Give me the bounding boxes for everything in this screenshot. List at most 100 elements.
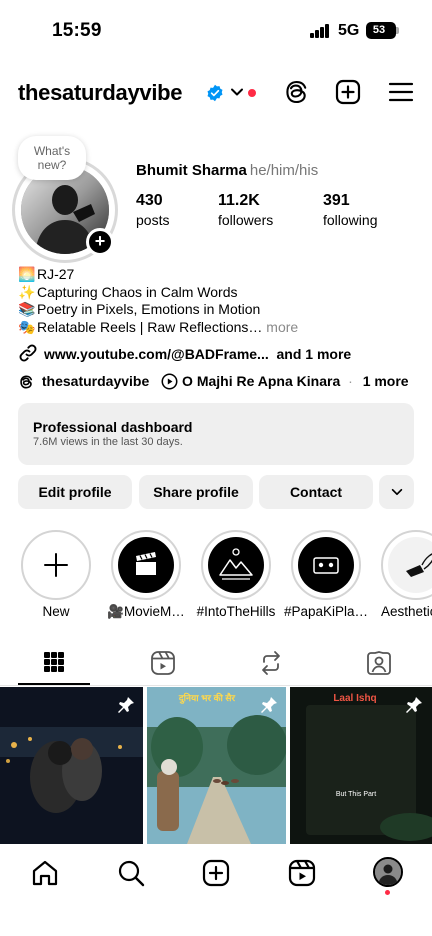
highlight-cover xyxy=(298,537,354,593)
tagged-person-icon xyxy=(367,651,391,675)
bio-link-row[interactable]: www.youtube.com/@BADFrame... and 1 more xyxy=(18,343,351,363)
link-icon xyxy=(19,344,37,362)
stat-followers[interactable]: 11.2K followers xyxy=(218,192,273,228)
threads-music-row: thesaturdayvibe O Majhi Re Apna Kinara ·… xyxy=(18,373,418,390)
highlight-intothehills[interactable]: #IntoTheHills xyxy=(197,530,275,619)
stat-value: 11.2K xyxy=(218,192,260,209)
stat-label: following xyxy=(323,212,378,228)
mountains-icon xyxy=(219,548,253,580)
account-switcher-chevron-icon[interactable] xyxy=(229,84,245,100)
contact-button[interactable]: Contact xyxy=(259,475,373,509)
notification-dot xyxy=(248,89,256,97)
highlight-ring xyxy=(381,530,432,600)
professional-dashboard[interactable]: Professional dashboard 7.6M views in the… xyxy=(18,403,414,465)
battery-level: 53 xyxy=(372,24,386,36)
profile-notification-dot xyxy=(385,890,390,895)
dashboard-subtitle: 7.6M views in the last 30 days. xyxy=(33,436,183,448)
create-post-icon[interactable] xyxy=(334,78,362,106)
stat-value: 391 xyxy=(323,192,350,209)
home-icon[interactable] xyxy=(30,858,60,888)
plus-icon xyxy=(44,553,68,577)
bio-line: 🌅 RJ-27 xyxy=(18,266,418,284)
threads-handle[interactable]: thesaturdayvibe xyxy=(42,373,149,389)
masks-emoji: 🎭 xyxy=(18,318,36,335)
battery-cap xyxy=(396,27,399,34)
create-icon[interactable] xyxy=(201,858,231,888)
highlight-label: #PapaKiPla… xyxy=(283,604,369,619)
post-thumbnail[interactable]: Laal Ishq But This Part xyxy=(290,687,432,844)
highlight-label: Aesthetic xyxy=(381,604,432,619)
stat-posts[interactable]: 430 posts xyxy=(136,192,169,228)
bio-text: RJ-27 xyxy=(37,266,75,282)
reels-nav-icon[interactable] xyxy=(287,858,317,888)
dashboard-title: Professional dashboard xyxy=(33,419,193,435)
bio-text: Capturing Chaos in Calm Words xyxy=(37,283,238,300)
share-profile-button[interactable]: Share profile xyxy=(139,475,253,509)
post-caption: दुनिया भर की सैर xyxy=(178,693,236,703)
menu-icon[interactable] xyxy=(387,78,415,106)
music-more[interactable]: 1 more xyxy=(363,373,409,389)
stat-label: posts xyxy=(136,212,170,228)
battery-icon: 53 xyxy=(366,22,396,39)
pinned-icon xyxy=(406,697,422,713)
bio-line: 📚 Poetry in Pixels, Emotions in Motion xyxy=(18,301,418,319)
verified-badge-icon xyxy=(207,84,223,102)
pinned-icon xyxy=(261,697,277,713)
highlight-label: #IntoTheHills xyxy=(196,604,276,619)
sunrise-emoji: 🌅 xyxy=(18,266,36,282)
highlight-label: New xyxy=(42,604,70,619)
posts-grid: दुनिया भर की सैर Laal Ishq But This Part xyxy=(0,687,432,844)
highlight-papakipla[interactable]: #PapaKiPla… xyxy=(284,530,368,619)
bio-link-more[interactable]: and 1 more xyxy=(277,346,352,362)
highlight-cover xyxy=(118,537,174,593)
pronouns: he/him/his xyxy=(249,162,319,179)
highlight-moviem[interactable]: 🎥MovieM… xyxy=(107,530,185,619)
threads-badge-icon xyxy=(20,375,33,389)
bio-text: Poetry in Pixels, Emotions in Motion xyxy=(37,301,261,317)
signal-icon xyxy=(310,24,332,38)
grid-icon xyxy=(44,652,64,672)
username[interactable]: thesaturdayvibe xyxy=(18,80,183,106)
post-thumbnail[interactable] xyxy=(0,687,143,844)
stat-following[interactable]: 391 following xyxy=(323,192,377,228)
highlight-ring xyxy=(111,530,181,600)
highlight-cover xyxy=(388,537,432,593)
note-bubble[interactable]: What's new? xyxy=(18,136,86,180)
bio-link[interactable]: www.youtube.com/@BADFrame... xyxy=(44,346,269,362)
quill-icon xyxy=(406,553,432,577)
bio-line: 🎭 Relatable Reels | Raw Reflections… more xyxy=(18,319,418,337)
bottom-navigation xyxy=(0,844,432,936)
threads-icon[interactable] xyxy=(282,78,310,106)
bio-line: ✨ Capturing Chaos in Calm Words xyxy=(18,284,418,302)
search-icon[interactable] xyxy=(116,858,146,888)
highlight-ring xyxy=(291,530,361,600)
highlight-ring xyxy=(201,530,271,600)
active-tab-indicator xyxy=(18,683,90,685)
suggested-people-button[interactable] xyxy=(379,475,414,509)
content-tabs xyxy=(0,640,432,686)
music-title[interactable]: O Majhi Re Apna Kinara xyxy=(182,373,340,389)
profile-header: thesaturdayvibe xyxy=(0,70,432,114)
full-name: Bhumit Sharma xyxy=(136,162,247,179)
tab-posts-grid[interactable] xyxy=(0,640,108,686)
books-emoji: 📚 xyxy=(18,301,36,317)
highlight-new[interactable]: New xyxy=(21,530,91,619)
highlight-aesthetic[interactable]: Aesthetic xyxy=(381,530,432,619)
bio-more-link[interactable]: more xyxy=(266,319,298,335)
tab-tagged[interactable] xyxy=(324,640,432,686)
tab-reposts[interactable] xyxy=(216,640,324,686)
post-thumbnail[interactable]: दुनिया भर की सैर xyxy=(147,687,286,844)
display-name: Bhumit Sharma he/him/his xyxy=(136,162,318,179)
status-bar: 15:59 5G 53 xyxy=(0,0,432,62)
profile-nav-avatar[interactable] xyxy=(373,857,403,887)
repost-icon xyxy=(262,651,280,675)
bio: 🌅 RJ-27 ✨ Capturing Chaos in Calm Words 📚 P… xyxy=(18,266,418,336)
add-story-plus-icon[interactable]: + xyxy=(86,228,114,256)
chevron-down-icon xyxy=(391,488,402,496)
post-caption: But This Part xyxy=(335,791,377,798)
play-music-icon[interactable] xyxy=(161,373,178,390)
tab-reels[interactable] xyxy=(108,640,216,686)
cassette-icon xyxy=(313,557,339,574)
edit-profile-button[interactable]: Edit profile xyxy=(18,475,132,509)
bio-text: Relatable Reels | Raw Reflections… xyxy=(37,318,263,335)
